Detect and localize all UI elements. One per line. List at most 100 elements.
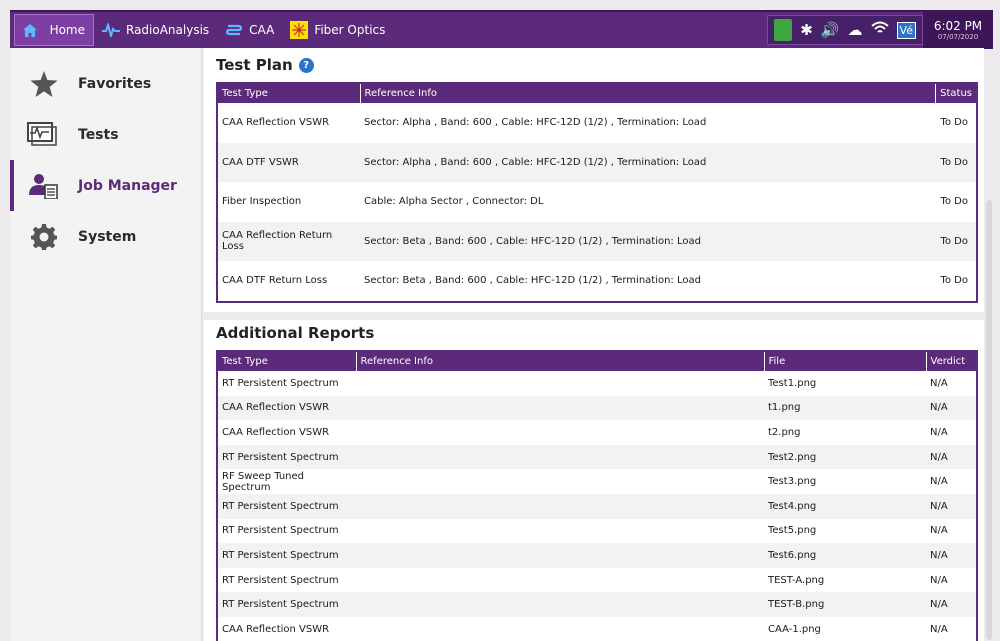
table-row[interactable]: CAA DTF Return Loss Sector: Beta , Band: … bbox=[218, 261, 976, 301]
cell-file: t2.png bbox=[768, 426, 801, 438]
ve-icon: Vé bbox=[896, 21, 916, 39]
sidebar-item-favorites[interactable]: Favorites bbox=[10, 58, 201, 109]
sidebar: Favorites Tests Job Manager System bbox=[10, 48, 202, 641]
help-icon[interactable]: ? bbox=[298, 57, 314, 73]
tab-fiber-optics[interactable]: Fiber Optics bbox=[282, 14, 393, 46]
main-content: Test Plan ? Test Type Reference Info Sta… bbox=[204, 48, 984, 641]
pulse-icon bbox=[102, 21, 120, 39]
system-tray[interactable]: ✱ 🔊 ☁ Vé bbox=[767, 15, 923, 45]
table-row[interactable]: RF Sweep Tuned Spectrum Test3.png N/A bbox=[218, 469, 976, 494]
test-plan-heading: Test Plan ? bbox=[216, 56, 314, 74]
cell-reference-info bbox=[356, 469, 764, 494]
table-row[interactable]: RT Persistent Spectrum Test1.png N/A bbox=[218, 371, 976, 396]
test-plan-title: Test Plan bbox=[216, 56, 293, 74]
col-reference-info[interactable]: Reference Info bbox=[359, 84, 936, 103]
cell-test-type: CAA Reflection Return Loss bbox=[218, 221, 360, 261]
scrollbar[interactable] bbox=[986, 200, 992, 640]
cell-test-type: RT Persistent Spectrum bbox=[218, 592, 356, 617]
table-row[interactable]: CAA Reflection Return Loss Sector: Beta ,… bbox=[218, 221, 976, 261]
cell-reference-info: Sector: Alpha , Band: 600 , Cable: HFC-1… bbox=[364, 117, 707, 129]
sidebar-item-tests[interactable]: Tests bbox=[10, 109, 201, 160]
star-icon bbox=[26, 69, 62, 99]
table-row[interactable]: Fiber Inspection Cable: Alpha Sector , Co… bbox=[218, 182, 976, 222]
cell-file: Test3.png bbox=[768, 476, 817, 488]
cell-file: TEST-B.png bbox=[764, 592, 926, 617]
cell-reference-info: Sector: Beta , Band: 600 , Cable: HFC-12… bbox=[360, 221, 936, 261]
cell-reference-info bbox=[356, 592, 764, 617]
tab-label: Home bbox=[49, 23, 85, 37]
clock-time: 6:02 PM bbox=[933, 19, 983, 33]
cell-file: Test4.png bbox=[764, 493, 926, 519]
cell-file: Test1.png bbox=[768, 377, 817, 389]
cell-verdict: N/A bbox=[930, 623, 948, 635]
col-test-type[interactable]: Test Type bbox=[218, 352, 356, 371]
table-row[interactable]: RT Persistent Spectrum Test5.png N/A bbox=[218, 519, 976, 544]
home-icon bbox=[23, 21, 38, 39]
top-bar: Home RadioAnalysis CAA Fiber Optics ✱ 🔊 bbox=[10, 10, 993, 49]
cell-verdict: N/A bbox=[930, 476, 948, 488]
tab-caa[interactable]: CAA bbox=[217, 14, 282, 46]
table-row[interactable]: CAA Reflection VSWR t1.png N/A bbox=[218, 395, 976, 421]
col-verdict[interactable]: Verdict bbox=[925, 352, 976, 371]
cell-verdict: N/A bbox=[930, 377, 948, 389]
cell-test-type: RT Persistent Spectrum bbox=[218, 444, 356, 470]
cell-verdict: N/A bbox=[930, 426, 948, 438]
cell-status: To Do bbox=[940, 117, 968, 129]
table-row[interactable]: RT Persistent Spectrum TEST-B.png N/A bbox=[218, 592, 976, 617]
tests-icon bbox=[26, 120, 62, 150]
table-row[interactable]: RT Persistent Spectrum Test4.png N/A bbox=[218, 493, 976, 519]
cell-verdict: N/A bbox=[926, 444, 976, 470]
app-frame: Home RadioAnalysis CAA Fiber Optics ✱ 🔊 bbox=[0, 0, 1000, 641]
sidebar-item-label: Favorites bbox=[78, 75, 152, 92]
table-row[interactable]: CAA Reflection VSWR CAA-1.png N/A bbox=[218, 617, 976, 641]
col-status[interactable]: Status bbox=[935, 84, 976, 103]
table-row[interactable]: RT Persistent Spectrum Test6.png N/A bbox=[218, 543, 976, 568]
clock-date: 07/07/2020 bbox=[937, 33, 979, 41]
table-row[interactable]: RT Persistent Spectrum Test2.png N/A bbox=[218, 444, 976, 470]
cell-test-type: CAA Reflection VSWR bbox=[218, 395, 356, 421]
cell-reference-info bbox=[356, 493, 764, 519]
cell-test-type: RT Persistent Spectrum bbox=[218, 493, 356, 519]
tab-home[interactable]: Home bbox=[14, 14, 94, 46]
cell-status: To Do bbox=[940, 275, 968, 287]
col-reference-info[interactable]: Reference Info bbox=[355, 352, 764, 371]
cell-test-type: RF Sweep Tuned Spectrum bbox=[222, 470, 305, 493]
cell-verdict: N/A bbox=[926, 395, 976, 421]
wifi-icon bbox=[870, 21, 889, 39]
col-test-type[interactable]: Test Type bbox=[218, 84, 360, 103]
tab-label: Fiber Optics bbox=[314, 23, 386, 37]
cell-reference-info bbox=[356, 371, 764, 396]
table-row[interactable]: RT Persistent Spectrum TEST-A.png N/A bbox=[218, 568, 976, 593]
cell-reference-info bbox=[356, 395, 764, 421]
sidebar-item-label: Job Manager bbox=[78, 177, 177, 194]
cell-file: CAA-1.png bbox=[768, 623, 821, 635]
caa-icon bbox=[225, 21, 243, 39]
cell-verdict: N/A bbox=[926, 493, 976, 519]
cell-verdict: N/A bbox=[926, 592, 976, 617]
sidebar-item-label: Tests bbox=[78, 126, 119, 143]
cell-test-type: CAA DTF VSWR bbox=[218, 142, 360, 182]
cell-test-type: RT Persistent Spectrum bbox=[222, 574, 339, 586]
tab-label: CAA bbox=[249, 23, 275, 37]
cell-file: t1.png bbox=[764, 395, 926, 421]
tab-radioanalysis[interactable]: RadioAnalysis bbox=[94, 14, 217, 46]
table-row[interactable]: CAA Reflection VSWR Sector: Alpha , Band:… bbox=[218, 103, 976, 143]
volume-icon: 🔊 bbox=[820, 21, 840, 39]
sidebar-item-job-manager[interactable]: Job Manager bbox=[10, 160, 201, 211]
cell-status: To Do bbox=[935, 142, 976, 182]
cell-verdict: N/A bbox=[930, 525, 948, 537]
clock: 6:02 PM 07/07/2020 bbox=[923, 11, 993, 49]
cell-test-type: CAA DTF Return Loss bbox=[222, 275, 328, 287]
cell-test-type: CAA Reflection VSWR bbox=[222, 426, 330, 438]
cell-reference-info bbox=[356, 444, 764, 470]
cell-reference-info: Sector: Beta , Band: 600 , Cable: HFC-12… bbox=[364, 275, 701, 287]
sidebar-item-system[interactable]: System bbox=[10, 211, 201, 262]
additional-reports-title: Additional Reports bbox=[216, 324, 375, 342]
bluetooth-icon: ✱ bbox=[800, 21, 813, 39]
job-manager-icon bbox=[26, 171, 62, 201]
table-row[interactable]: CAA Reflection VSWR t2.png N/A bbox=[218, 420, 976, 445]
cell-file: Test5.png bbox=[768, 525, 817, 537]
col-file[interactable]: File bbox=[763, 352, 926, 371]
table-row[interactable]: CAA DTF VSWR Sector: Alpha , Band: 600 , … bbox=[218, 142, 976, 182]
table-header-row: Test Type Reference Info File Verdict bbox=[218, 352, 976, 371]
